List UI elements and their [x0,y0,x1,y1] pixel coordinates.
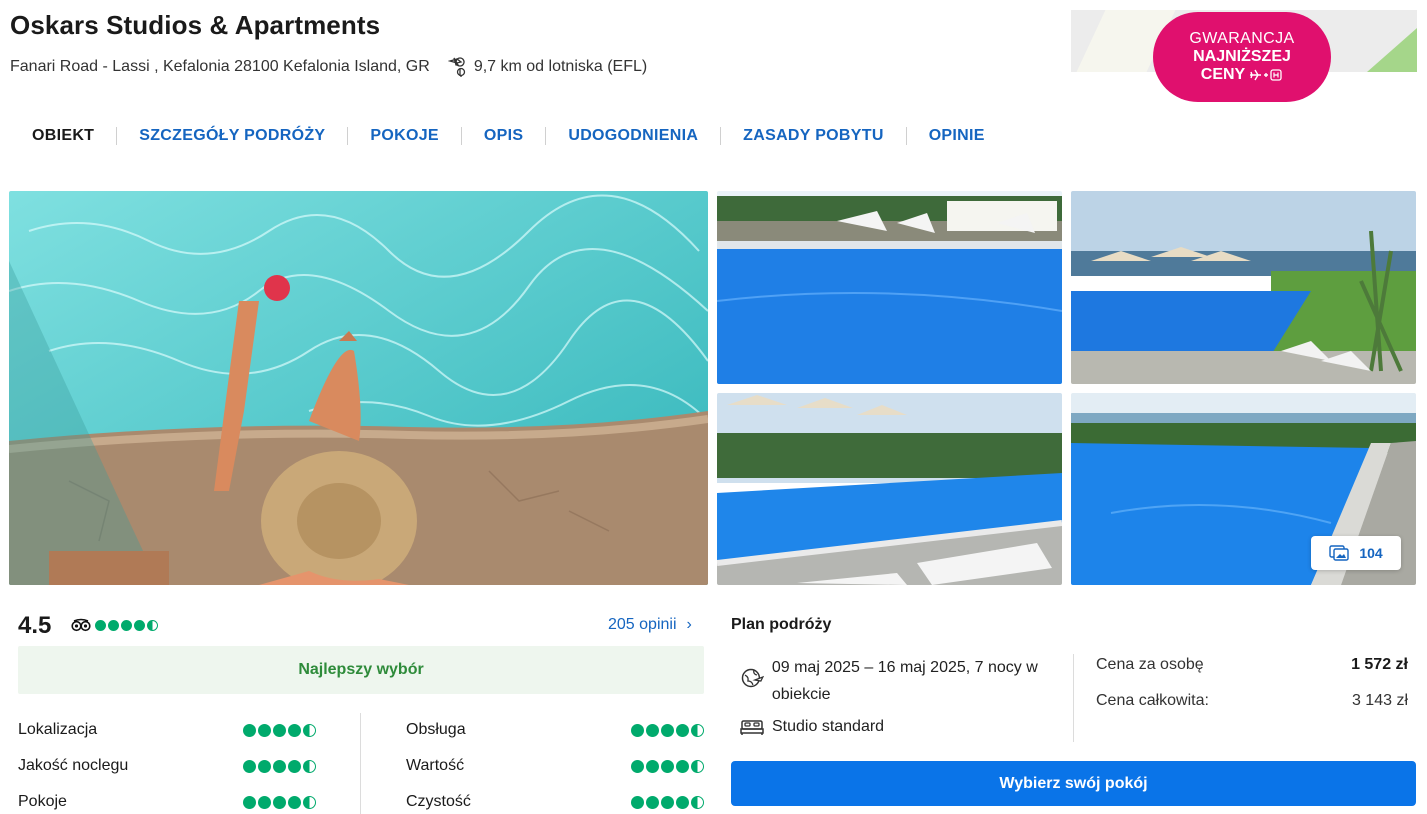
category-row: Jakość noclegu [18,757,316,775]
price-per-person-label: Cena za osobę [1096,656,1204,673]
tripadvisor-icon [71,618,91,632]
category-label: Wartość [406,757,465,774]
plan-dates: 09 maj 2025 – 16 maj 2025, 7 nocy w obie… [740,654,1060,708]
category-bubbles [243,723,316,737]
plan-room-text: Studio standard [772,718,885,735]
airport-distance-text: 9,7 km od lotniska (EFL) [473,58,648,75]
main-photo-pool-woman[interactable] [9,191,708,585]
globe-plane-icon [741,668,764,688]
plan-dates-text: 09 maj 2025 – 16 maj 2025, 7 nocy w obie… [771,659,1038,703]
airport-distance: 9,7 km od lotniska (EFL) [447,56,648,78]
photo-count-button[interactable]: 104 [1311,536,1401,570]
category-label: Obsługa [406,721,466,738]
choose-room-button[interactable]: Wybierz swój pokój [731,761,1416,806]
tab-opis[interactable]: OPIS [462,127,545,145]
best-choice-banner: Najlepszy wybór [18,646,704,694]
address-row: Fanari Road - Lassi , Kefalonia 28100 Ke… [10,56,647,78]
reviews-link[interactable]: 205 opinii › [608,616,692,634]
category-bubbles [631,759,704,773]
bed-icon [740,720,764,735]
price-per-person-row: Cena za osobę 1 572 zł [1096,656,1408,674]
category-row: Czystość [406,793,704,811]
total-price-row: Cena całkowita: 3 143 zł [1096,692,1408,710]
category-row: Obsługa [406,721,704,739]
category-bubbles [631,795,704,809]
best-choice-label: Najlepszy wybór [298,661,424,678]
category-row: Wartość [406,757,704,775]
lowest-price-guarantee-badge: GWARANCJA NAJNIŻSZEJ CENY [1153,12,1331,102]
tab-pokoje[interactable]: POKOJE [348,127,461,145]
category-divider [360,713,361,814]
tab-zasady-pobytu[interactable]: ZASADY POBYTU [721,127,906,145]
tab-udogodnienia[interactable]: UDOGODNIENIA [546,127,720,145]
category-bubbles [243,759,316,773]
photo-pool-sunbeds[interactable] [717,393,1062,585]
chevron-right-icon: › [686,616,692,633]
category-bubbles [243,795,316,809]
reviews-link-label: 205 opinii [608,616,677,633]
plan-divider [1073,654,1074,742]
category-label: Pokoje [18,793,67,810]
plan-title: Plan podróży [731,616,832,633]
photo-pool-umbrellas[interactable] [1071,191,1416,384]
tab-obiekt[interactable]: OBIEKT [10,127,116,145]
category-label: Lokalizacja [18,721,98,738]
price-per-person-value: 1 572 zł [1351,656,1408,673]
hotel-title: Oskars Studios & Apartments [10,10,381,40]
plane-plus-hotel-icon [1250,69,1282,81]
section-tabs: OBIEKT SZCZEGÓŁY PODRÓŻY POKOJE OPIS UDO… [10,118,1007,154]
tab-opinie[interactable]: OPINIE [907,127,1007,145]
photo-infinity-pool[interactable] [717,191,1062,384]
tab-szczegoly-podrozy[interactable]: SZCZEGÓŁY PODRÓŻY [117,127,347,145]
rating-score: 4.5 [18,612,52,639]
hotel-address: Fanari Road - Lassi , Kefalonia 28100 Ke… [10,58,430,75]
total-price-value: 3 143 zł [1351,692,1408,709]
category-row: Lokalizacja [18,721,316,739]
category-label: Czystość [406,793,471,810]
category-row: Pokoje [18,793,316,811]
photo-count-label: 104 [1359,545,1383,561]
category-bubbles [631,723,704,737]
airport-location-icon [447,57,465,77]
category-label: Jakość noclegu [18,757,129,774]
tripadvisor-rating [71,618,158,632]
total-price-label: Cena całkowita: [1096,692,1209,709]
gallery-icon [1329,545,1350,561]
rating-bubbles [95,619,158,631]
plan-room: Studio standard [740,718,884,736]
